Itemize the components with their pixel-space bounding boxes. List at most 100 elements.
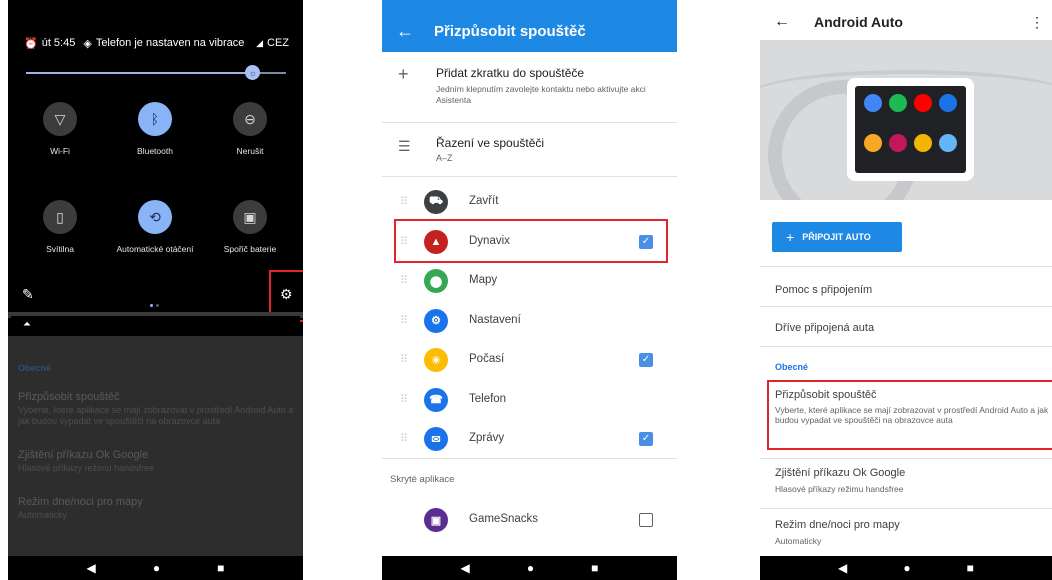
tile-dnd[interactable]: ⊖ Nerušit xyxy=(210,102,290,157)
nav-home-icon[interactable]: ● xyxy=(153,561,160,575)
nav-bar: ◀ ● ■ xyxy=(382,556,677,580)
plus-icon: + xyxy=(398,64,409,84)
app-row[interactable]: ⠿ ☎ Telefon xyxy=(382,380,677,420)
highlight-box-launcher xyxy=(767,380,1052,450)
ok-google-subtitle: Hlasové příkazy režimu handsfree xyxy=(775,484,904,494)
drag-handle-icon[interactable]: ⠿ xyxy=(400,314,408,327)
status-time: út 5:45 xyxy=(41,37,76,49)
dimmed-item-subtitle: Automaticky xyxy=(18,510,68,520)
day-night-item[interactable]: Režim dne/noci pro mapy xyxy=(775,519,900,531)
app-name: Nastavení xyxy=(469,313,521,326)
customize-launcher-screen: ← Přizpůsobit spouštěč + Přidat zkratku … xyxy=(382,0,677,580)
show-app-checkbox[interactable]: ✓ xyxy=(639,353,653,367)
brightness-slider-fill xyxy=(26,72,253,74)
collapse-handle[interactable]: ⏶ xyxy=(11,316,300,336)
nav-back-icon[interactable]: ◀ xyxy=(838,561,847,575)
highlight-box-dynavix xyxy=(394,219,668,263)
nav-bar: ◀ ● ■ xyxy=(8,556,303,580)
drag-handle-icon[interactable]: ⠿ xyxy=(400,432,408,445)
tile-label: Automatické otáčení xyxy=(116,244,194,254)
nav-home-icon[interactable]: ● xyxy=(903,561,910,575)
app-icon: ▣ xyxy=(424,508,448,532)
hidden-apps-header: Skryté aplikace xyxy=(390,474,455,485)
tile-flashlight[interactable]: ▯ Svítilna xyxy=(20,200,100,255)
nav-bar: ◀ ● ■ xyxy=(760,556,1052,580)
collapse-chevron-icon: ⏶ xyxy=(23,319,31,330)
car-screen-app-icon xyxy=(864,94,883,112)
divider xyxy=(382,458,677,459)
bluetooth-icon: ᛒ xyxy=(138,102,172,136)
sort-title: Řazení ve spouštěči xyxy=(436,136,545,150)
drag-handle-icon[interactable]: ⠿ xyxy=(400,195,408,208)
day-night-subtitle: Automaticky xyxy=(775,536,822,546)
tile-auto-rotate[interactable]: ⟲ Automatické otáčení xyxy=(115,200,195,255)
tile-label: Bluetooth xyxy=(137,146,173,156)
nav-back-icon[interactable]: ◀ xyxy=(461,561,470,575)
back-arrow-icon[interactable]: ← xyxy=(396,21,434,42)
quick-settings-footer: ✎ ⚙ xyxy=(8,286,303,307)
show-app-checkbox[interactable]: ✓ xyxy=(639,513,653,527)
back-arrow-icon[interactable]: ← xyxy=(774,13,814,31)
nav-recents-icon[interactable]: ■ xyxy=(217,561,224,575)
divider xyxy=(760,458,1052,459)
vibrate-icon: ◈ xyxy=(83,37,92,50)
show-app-checkbox[interactable]: ✓ xyxy=(639,432,653,446)
connection-help-item[interactable]: Pomoc s připojením xyxy=(775,284,872,296)
app-row[interactable]: ⠿ ☀ Počasí ✓ xyxy=(382,340,677,380)
drag-handle-icon[interactable]: ⠿ xyxy=(400,274,408,287)
tile-label: Svítilna xyxy=(46,244,74,254)
nav-home-icon[interactable]: ● xyxy=(527,561,534,575)
app-bar: ← Přizpůsobit spouštěč xyxy=(382,0,677,52)
nav-back-icon[interactable]: ◀ xyxy=(87,561,96,575)
car-screen-app-icon xyxy=(913,94,932,112)
car-screen-app-icon xyxy=(889,134,908,152)
app-name: Mapy xyxy=(469,274,498,286)
nav-recents-icon[interactable]: ■ xyxy=(967,561,974,575)
divider xyxy=(760,266,1052,267)
signal-icon: ◢ xyxy=(256,37,263,48)
app-name: Zavřít xyxy=(469,195,499,207)
section-header: Obecné xyxy=(775,362,809,372)
drag-handle-icon[interactable]: ⠿ xyxy=(400,353,408,366)
tile-wifi[interactable]: ▽ Wi-Fi xyxy=(20,102,100,157)
app-row[interactable]: ⠿ ✉ Zprávy ✓ xyxy=(382,419,677,459)
app-icon: ⛟ xyxy=(424,190,448,214)
tile-label: Spořič baterie xyxy=(223,244,277,254)
brightness-icon[interactable]: ☼ xyxy=(245,65,261,80)
connect-car-button[interactable]: + PŘIPOJIT AUTO xyxy=(772,222,902,252)
dimmed-item-title: Zjištění příkazu Ok Google xyxy=(18,449,149,461)
car-screen-apps xyxy=(855,86,966,173)
page-title: Přizpůsobit spouštěč xyxy=(434,22,586,40)
app-row[interactable]: ⠿ ⛟ Zavřít xyxy=(382,182,677,222)
wifi-icon: ▽ xyxy=(43,102,77,136)
rotate-icon: ⟲ xyxy=(138,200,172,234)
dimmed-settings-list: Obecné Přizpůsobit spouštěč Vyberte, kte… xyxy=(8,336,303,556)
nav-recents-icon[interactable]: ■ xyxy=(591,561,598,575)
car-dashboard-illustration xyxy=(760,40,1052,200)
drag-handle-icon[interactable]: ⠿ xyxy=(400,393,408,406)
more-vert-icon[interactable]: ⋮ xyxy=(1030,14,1044,31)
brightness-slider[interactable]: ☼ xyxy=(26,65,286,80)
alarm-icon: ⏰ xyxy=(24,37,38,50)
dnd-icon: ⊖ xyxy=(233,102,267,136)
android-auto-settings-screen: ← Android Auto ⋮ + PŘIPOJIT AUTO Pomoc s… xyxy=(760,0,1052,580)
edit-pencil-icon[interactable]: ✎ xyxy=(22,286,34,303)
app-row[interactable]: ▣ GameSnacks ✓ xyxy=(382,500,677,540)
dimmed-item-title: Přizpůsobit spouštěč xyxy=(18,391,120,403)
tile-bluetooth[interactable]: ᛒ Bluetooth xyxy=(115,102,195,157)
app-icon: ⬤ xyxy=(424,269,448,293)
app-name: GameSnacks xyxy=(469,513,539,525)
divider xyxy=(760,346,1052,347)
status-bar: ⏰ út 5:45 ◈ Telefon je nastaven na vibra… xyxy=(8,0,303,56)
app-name: Zprávy xyxy=(469,432,505,444)
app-row[interactable]: ⠿ ⚙ Nastavení xyxy=(382,301,677,341)
app-icon: ☀ xyxy=(424,348,448,372)
dimmed-item-title: Režim dne/noci pro mapy xyxy=(18,496,143,508)
previous-cars-item[interactable]: Dříve připojená auta xyxy=(775,322,874,334)
tile-label: Nerušit xyxy=(236,146,264,156)
app-row[interactable]: ⠿ ⬤ Mapy xyxy=(382,261,677,301)
tile-battery-saver[interactable]: ▣ Spořič baterie xyxy=(210,200,290,255)
sort-value: A–Z xyxy=(436,153,453,163)
ok-google-item[interactable]: Zjištění příkazu Ok Google xyxy=(775,467,905,479)
car-screen-app-icon xyxy=(938,134,957,152)
